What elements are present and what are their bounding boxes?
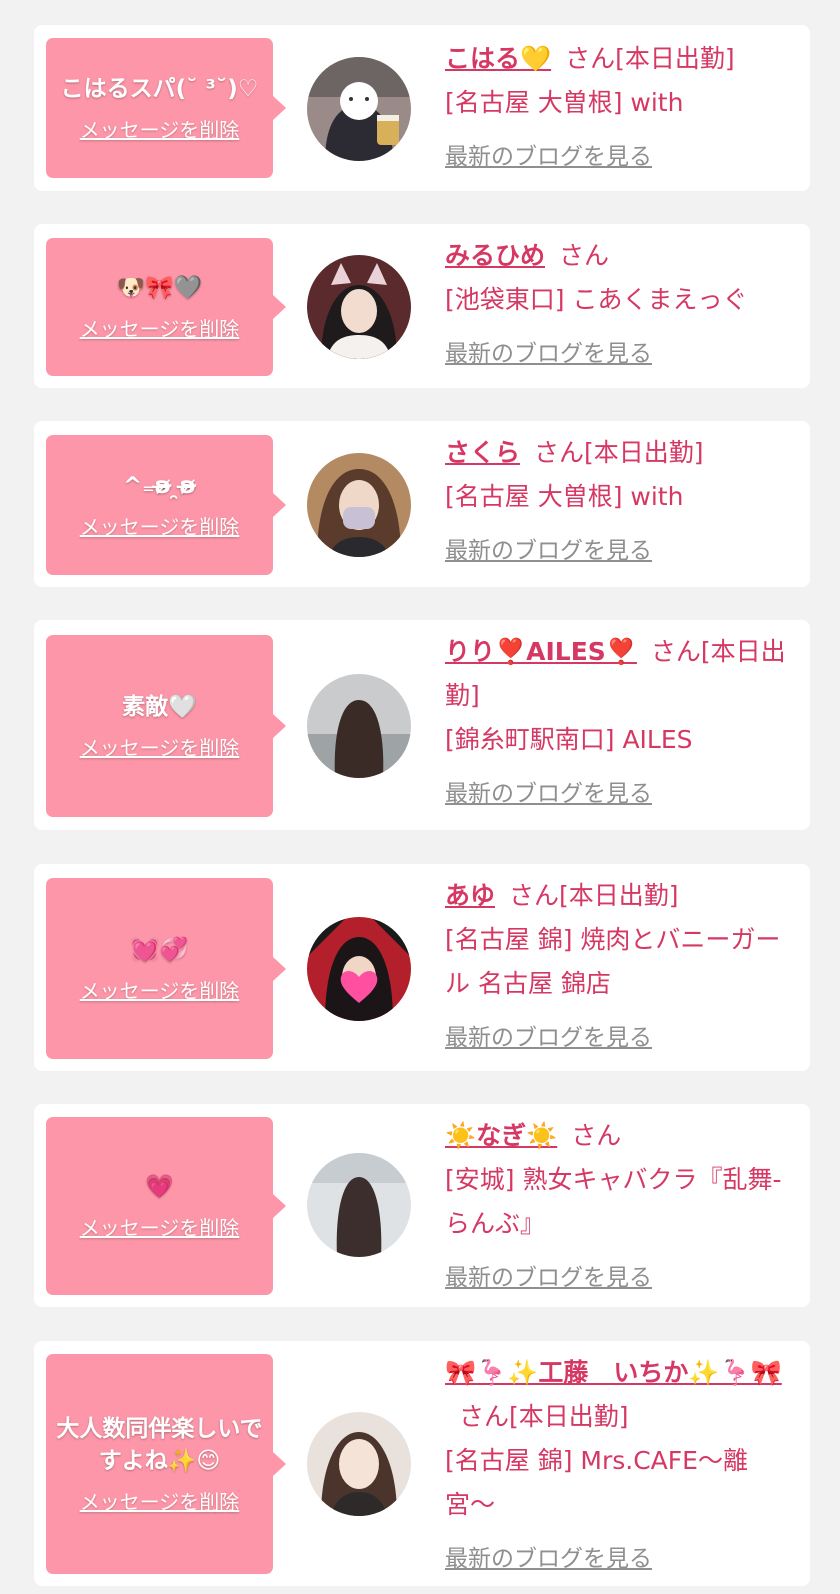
avatar-image xyxy=(307,674,411,778)
message-list: こはるスパ(˘ ³˘)♡ メッセージを削除 こはる💛 さん[本日出勤] [名古屋 … xyxy=(0,0,840,1594)
cast-suffix: さん xyxy=(559,241,610,270)
cast-name-link[interactable]: あゆ xyxy=(445,881,495,910)
cast-name-link[interactable]: 🎀🦩✨工藤 いちか✨🦩🎀 xyxy=(445,1358,782,1387)
avatar-image xyxy=(307,1153,411,1257)
message-card: こはるスパ(˘ ³˘)♡ メッセージを削除 こはる💛 さん[本日出勤] [名古屋 … xyxy=(34,25,810,191)
shop-name: [名古屋 大曽根] with xyxy=(445,88,684,117)
avatar[interactable] xyxy=(307,1153,411,1257)
message-text: こはるスパ(˘ ³˘)♡ xyxy=(60,76,259,102)
shop-name: [錦糸町駅南口] AILES xyxy=(445,725,693,754)
delete-message-link[interactable]: メッセージを削除 xyxy=(80,735,240,761)
avatar[interactable] xyxy=(307,453,411,557)
delete-message-link[interactable]: メッセージを削除 xyxy=(80,117,240,143)
cast-info: こはる💛 さん[本日出勤] [名古屋 大曽根] with 最新のブログを見る xyxy=(445,37,791,179)
cast-suffix: さん[本日出勤] xyxy=(509,881,679,910)
message-bubble: 大人数同伴楽しいですよね✨😊 メッセージを削除 xyxy=(46,1354,286,1574)
cast-suffix: さん[本日出勤] xyxy=(459,1402,629,1431)
cast-info: ☀️なぎ☀️ さん [安城] 熟女キャバクラ『乱舞-らんぶ』 最新のブログを見る xyxy=(445,1114,791,1300)
latest-blog-link[interactable]: 最新のブログを見る xyxy=(445,529,652,573)
cast-suffix: さん[本日出勤] xyxy=(534,438,704,467)
message-bubble: 💗 メッセージを削除 xyxy=(46,1117,286,1295)
latest-blog-link[interactable]: 最新のブログを見る xyxy=(445,772,652,816)
cast-info: 🎀🦩✨工藤 いちか✨🦩🎀 さん[本日出勤] [名古屋 錦] Mrs.CAFE〜離宮… xyxy=(445,1351,791,1581)
message-card: 💗 メッセージを削除 ☀️なぎ☀️ さん [安城] 熟女キャバクラ『乱舞-らんぶ』… xyxy=(34,1104,810,1307)
delete-message-link[interactable]: メッセージを削除 xyxy=(80,1489,240,1515)
message-bubble: 💓💞 メッセージを削除 xyxy=(46,878,286,1059)
cast-name-link[interactable]: さくら xyxy=(445,438,520,467)
cast-suffix: さん xyxy=(571,1121,622,1150)
cast-name-link[interactable]: こはる💛 xyxy=(445,44,551,73)
message-bubble: 🐶🎀🩶 メッセージを削除 xyxy=(46,238,286,376)
shop-name: [安城] 熟女キャバクラ『乱舞-らんぶ』 xyxy=(445,1165,782,1238)
message-card: 🐶🎀🩶 メッセージを削除 みるひめ さん [池袋東口] こあくまえっぐ 最新のブロ… xyxy=(34,224,810,388)
cast-info: りり❣️AILES❣️ さん[本日出勤] [錦糸町駅南口] AILES 最新のブロ… xyxy=(445,630,791,816)
cast-suffix: さん[本日出勤] xyxy=(565,44,735,73)
message-card: 💓💞 メッセージを削除 あゆ さん[本日出勤] [名古屋 錦] 焼肉とバニーガール… xyxy=(34,864,810,1071)
shop-name: [池袋東口] こあくまえっぐ xyxy=(445,285,748,314)
message-text: 大人数同伴楽しいですよね✨😊 xyxy=(56,1416,263,1474)
cast-name-link[interactable]: ☀️なぎ☀️ xyxy=(445,1121,557,1150)
message-text: 💗 xyxy=(145,1174,174,1200)
avatar[interactable] xyxy=(307,674,411,778)
cast-name-link[interactable]: みるひめ xyxy=(445,241,545,270)
avatar-image xyxy=(307,1412,411,1516)
avatar-image xyxy=(307,255,411,359)
avatar-image xyxy=(307,57,411,161)
delete-message-link[interactable]: メッセージを削除 xyxy=(80,1215,240,1241)
shop-name: [名古屋 錦] 焼肉とバニーガール 名古屋 錦店 xyxy=(445,925,781,998)
latest-blog-link[interactable]: 最新のブログを見る xyxy=(445,1537,652,1581)
latest-blog-link[interactable]: 最新のブログを見る xyxy=(445,1256,652,1300)
cast-info: あゆ さん[本日出勤] [名古屋 錦] 焼肉とバニーガール 名古屋 錦店 最新のブ… xyxy=(445,874,791,1060)
cast-info: さくら さん[本日出勤] [名古屋 大曽根] with 最新のブログを見る xyxy=(445,431,791,573)
message-text: ^₌ʚ̴̶̷ ̯ʚ̴̶̷ xyxy=(122,473,197,499)
avatar[interactable] xyxy=(307,255,411,359)
message-bubble: こはるスパ(˘ ³˘)♡ メッセージを削除 xyxy=(46,38,286,178)
cast-info: みるひめ さん [池袋東口] こあくまえっぐ 最新のブログを見る xyxy=(445,234,791,376)
shop-name: [名古屋 大曽根] with xyxy=(445,482,684,511)
message-bubble: 素敵🤍 メッセージを削除 xyxy=(46,635,286,817)
message-text: 🐶🎀🩶 xyxy=(116,275,203,301)
shop-name: [名古屋 錦] Mrs.CAFE〜離宮〜 xyxy=(445,1446,748,1519)
delete-message-link[interactable]: メッセージを削除 xyxy=(80,316,240,342)
message-bubble: ^₌ʚ̴̶̷ ̯ʚ̴̶̷ メッセージを削除 xyxy=(46,435,286,575)
message-card: 素敵🤍 メッセージを削除 りり❣️AILES❣️ さん[本日出勤] [錦糸町駅南口… xyxy=(34,620,810,830)
avatar[interactable] xyxy=(307,57,411,161)
delete-message-link[interactable]: メッセージを削除 xyxy=(80,514,240,540)
avatar-image xyxy=(307,917,411,1021)
message-card: 大人数同伴楽しいですよね✨😊 メッセージを削除 🎀🦩✨工藤 いちか✨🦩🎀 さん[本… xyxy=(34,1341,810,1586)
message-card: ^₌ʚ̴̶̷ ̯ʚ̴̶̷ メッセージを削除 さくら さん[本日出勤] [名古屋 大… xyxy=(34,421,810,587)
avatar[interactable] xyxy=(307,917,411,1021)
latest-blog-link[interactable]: 最新のブログを見る xyxy=(445,1016,652,1060)
avatar[interactable] xyxy=(307,1412,411,1516)
message-text: 素敵🤍 xyxy=(122,694,197,720)
delete-message-link[interactable]: メッセージを削除 xyxy=(80,978,240,1004)
avatar-image xyxy=(307,453,411,557)
message-text: 💓💞 xyxy=(130,936,189,963)
latest-blog-link[interactable]: 最新のブログを見る xyxy=(445,332,652,376)
latest-blog-link[interactable]: 最新のブログを見る xyxy=(445,135,652,179)
cast-name-link[interactable]: りり❣️AILES❣️ xyxy=(445,637,637,666)
